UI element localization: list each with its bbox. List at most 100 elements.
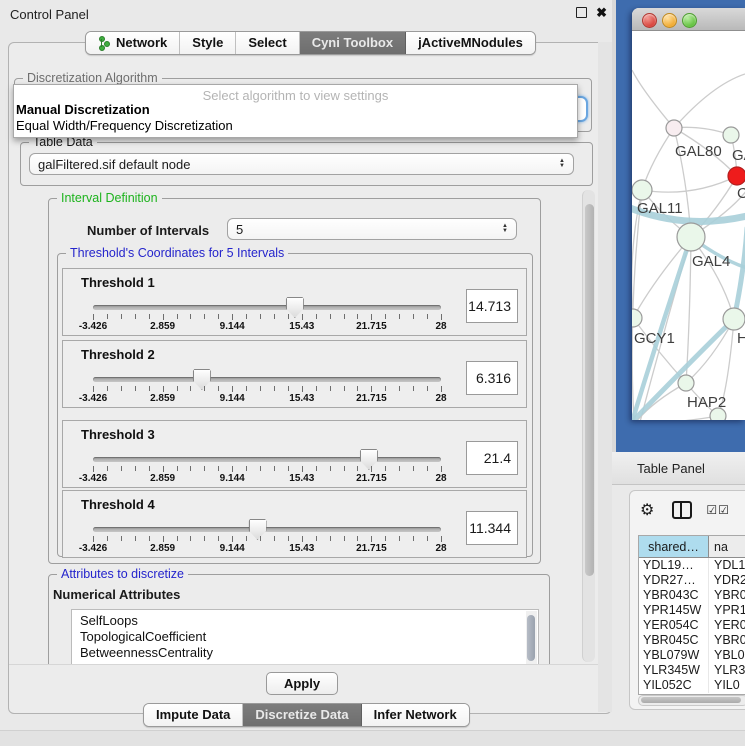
table-row[interactable]: YBR043CYBR0 xyxy=(639,588,745,603)
column-header-shared[interactable]: shared… xyxy=(639,536,709,557)
network-window[interactable]: GAL80GACGAL11GAL4GCY1HHAP2 xyxy=(632,8,745,420)
tab-jactivemnodules[interactable]: jActiveMNodules xyxy=(406,32,535,54)
threshold-label: Threshold 2 xyxy=(81,347,155,362)
float-window-icon[interactable] xyxy=(576,7,587,18)
table-row[interactable]: YPR145WYPR1 xyxy=(639,603,745,618)
cell-shared-name[interactable]: YBL079W xyxy=(639,648,709,663)
tab-impute-data[interactable]: Impute Data xyxy=(144,704,243,726)
cell-name[interactable]: YLR3 xyxy=(709,663,745,678)
table-row[interactable]: YER054CYER0 xyxy=(639,618,745,633)
cell-shared-name[interactable]: YIL052C xyxy=(639,678,709,693)
tab-discretize-data[interactable]: Discretize Data xyxy=(243,704,361,726)
tab-network[interactable]: Network xyxy=(86,32,180,54)
popup-option-manual[interactable]: Manual Discretization xyxy=(16,102,150,117)
select-columns-checkboxes-icon[interactable]: ☑☑ xyxy=(706,503,730,517)
tab-label: Network xyxy=(116,35,167,50)
table-horizontal-scrollbar[interactable] xyxy=(638,695,745,706)
slider-track[interactable] xyxy=(93,305,441,310)
network-window-titlebar[interactable] xyxy=(632,8,745,31)
attribute-item[interactable]: TopologicalCoefficient xyxy=(80,629,538,645)
cell-name[interactable]: YPR1 xyxy=(709,603,745,618)
threshold-slider[interactable]: -3.4262.8599.14415.4321.71528 xyxy=(93,301,441,335)
gear-icon[interactable]: ⚙ xyxy=(640,500,654,520)
panel-scrollbar-thumb[interactable] xyxy=(585,204,594,576)
network-node[interactable] xyxy=(632,309,642,327)
numerical-attributes-label: Numerical Attributes xyxy=(53,587,180,602)
slider-tick-labels: -3.4262.8599.14415.4321.71528 xyxy=(93,393,441,405)
network-node[interactable] xyxy=(666,120,682,136)
cell-shared-name[interactable]: YBR043C xyxy=(639,588,709,603)
network-node[interactable] xyxy=(723,308,745,330)
tab-infer-network[interactable]: Infer Network xyxy=(362,704,469,726)
threshold-slider[interactable]: -3.4262.8599.14415.4321.71528 xyxy=(93,453,441,487)
table-row[interactable]: YBR045CYBR0 xyxy=(639,633,745,648)
window-bottom-edge xyxy=(0,730,745,746)
cell-shared-name[interactable]: YDR27… xyxy=(639,573,709,588)
minimize-traffic-light[interactable] xyxy=(662,13,677,28)
threshold-value-field[interactable]: 11.344 xyxy=(466,511,518,545)
zoom-traffic-light[interactable] xyxy=(682,13,697,28)
network-node[interactable] xyxy=(677,223,705,251)
attribute-item[interactable]: SelfLoops xyxy=(80,613,538,629)
tab-label: Style xyxy=(192,35,223,50)
panel-vertical-scrollbar[interactable] xyxy=(582,190,595,662)
close-icon[interactable]: ✖ xyxy=(596,8,607,18)
network-node[interactable] xyxy=(632,180,652,200)
threshold-value-field[interactable]: 21.4 xyxy=(466,441,518,475)
table-row[interactable]: YIL052CYIL0 xyxy=(639,678,745,693)
slider-track[interactable] xyxy=(93,377,441,382)
table-hscroll-thumb[interactable] xyxy=(641,697,741,703)
cell-shared-name[interactable]: YDL19… xyxy=(639,558,709,573)
tab-label: Impute Data xyxy=(156,707,230,722)
close-traffic-light[interactable] xyxy=(642,13,657,28)
thresholds-group: Threshold's Coordinates for 5 Intervals … xyxy=(57,253,533,557)
table-row[interactable]: YDL19…YDL1 xyxy=(639,558,745,573)
attribute-item[interactable]: BetweennessCentrality xyxy=(80,645,538,661)
network-icon xyxy=(98,36,111,49)
threshold-slider[interactable]: -3.4262.8599.14415.4321.71528 xyxy=(93,373,441,407)
cell-name[interactable]: YDL1 xyxy=(709,558,745,573)
cell-shared-name[interactable]: YLR345W xyxy=(639,663,709,678)
cell-name[interactable]: YER0 xyxy=(709,618,745,633)
threshold-value-field[interactable]: 6.316 xyxy=(466,361,518,395)
cell-name[interactable]: YBL0 xyxy=(709,648,745,663)
attributes-group-title: Attributes to discretize xyxy=(57,567,188,581)
attributes-scrollbar-thumb[interactable] xyxy=(527,615,535,661)
tab-label: Discretize Data xyxy=(255,707,348,722)
cell-name[interactable]: YBR0 xyxy=(709,588,745,603)
table-row[interactable]: YDR27…YDR2 xyxy=(639,573,745,588)
cell-shared-name[interactable]: YPR145W xyxy=(639,603,709,618)
network-node[interactable] xyxy=(723,127,739,143)
node-attribute-table[interactable]: shared… na YDL19…YDL1YDR27…YDR2YBR043CYB… xyxy=(638,535,745,695)
column-header-name[interactable]: na xyxy=(709,536,745,557)
threshold-row-4: Threshold 4-3.4262.8599.14415.4321.71528… xyxy=(62,490,527,558)
network-node[interactable] xyxy=(678,375,694,391)
cell-name[interactable]: YIL0 xyxy=(709,678,745,693)
cell-name[interactable]: YBR0 xyxy=(709,633,745,648)
network-node[interactable] xyxy=(728,167,745,185)
threshold-row-2: Threshold 2 -3.4262.8599.14415.4321.71528… xyxy=(62,340,527,408)
table-row[interactable]: YBL079WYBL0 xyxy=(639,648,745,663)
table-toolbar: ⚙ ☑☑ xyxy=(630,497,745,523)
split-columns-icon[interactable] xyxy=(672,501,692,519)
tab-style[interactable]: Style xyxy=(180,32,236,54)
cell-shared-name[interactable]: YBR045C xyxy=(639,633,709,648)
cell-shared-name[interactable]: YER054C xyxy=(639,618,709,633)
threshold-value-field[interactable]: 14.713 xyxy=(466,289,518,323)
slider-track[interactable] xyxy=(93,527,441,532)
network-canvas[interactable]: GAL80GACGAL11GAL4GCY1HHAP2 xyxy=(632,30,745,420)
slider-track[interactable] xyxy=(93,457,441,462)
numerical-attributes-list[interactable]: SelfLoopsTopologicalCoefficientBetweenne… xyxy=(71,609,539,664)
attributes-scrollbar[interactable] xyxy=(526,611,537,664)
table-row[interactable]: YLR345WYLR3 xyxy=(639,663,745,678)
slider-ticks xyxy=(93,536,441,542)
number-of-intervals-combo[interactable]: 5 ▲▼ xyxy=(227,218,517,240)
tab-select[interactable]: Select xyxy=(236,32,299,54)
tab-cyni-toolbox[interactable]: Cyni Toolbox xyxy=(300,32,406,54)
threshold-slider[interactable]: -3.4262.8599.14415.4321.71528 xyxy=(93,523,441,557)
table-data-combo[interactable]: galFiltered.sif default node ▲▼ xyxy=(29,153,574,175)
popup-option-equal-width[interactable]: Equal Width/Frequency Discretization xyxy=(16,118,233,133)
cell-name[interactable]: YDR2 xyxy=(709,573,745,588)
table-data-group: Table Data galFiltered.sif default node … xyxy=(20,142,593,186)
apply-button[interactable]: Apply xyxy=(266,672,338,695)
